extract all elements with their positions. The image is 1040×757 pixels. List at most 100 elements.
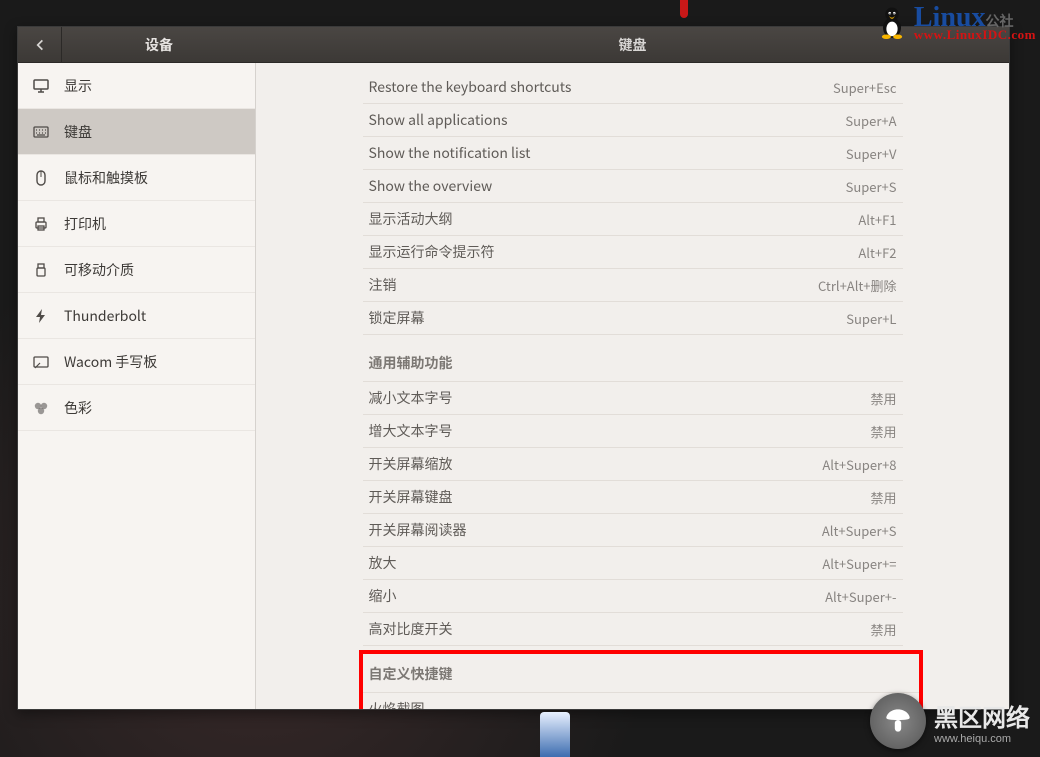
shortcut-row[interactable]: 锁定屏幕 Super+L [363,302,903,335]
shortcut-name: 增大文本字号 [369,421,871,441]
shortcut-key: Super+Esc [833,78,897,97]
shortcut-key: Alt+Super+S [822,521,897,540]
sidebar-item-label: 色彩 [64,398,92,418]
shortcut-key: Alt+F1 [858,210,896,229]
shortcut-name: 缩小 [369,586,826,606]
shortcut-key: Super+V [846,144,897,163]
keyboard-icon [32,123,50,141]
usb-icon [32,261,50,279]
shortcut-row[interactable]: 增大文本字号 禁用 [363,415,903,448]
shortcut-key: Alt+Super+= [822,554,896,573]
sidebar-item-keyboard[interactable]: 键盘 [18,109,255,155]
shortcut-key: Alt+Super+- [825,587,896,606]
mushroom-icon [881,704,915,738]
sidebar-item-removable[interactable]: 可移动介质 [18,247,255,293]
shortcut-name: 减小文本字号 [369,388,871,408]
bottom-decoration [540,712,570,757]
shortcut-key: 禁用 [870,620,896,639]
shortcut-name: 放大 [369,553,823,573]
shortcut-row[interactable]: Show all applications Super+A [363,104,903,137]
shortcut-row[interactable]: 开关屏幕键盘 禁用 [363,481,903,514]
sidebar-item-thunderbolt[interactable]: Thunderbolt [18,293,255,339]
tux-icon [874,3,910,39]
shortcut-name: Show the notification list [369,143,846,163]
accessibility-shortcuts-list: 减小文本字号 禁用增大文本字号 禁用开关屏幕缩放 Alt+Super+8开关屏幕… [363,382,903,646]
mouse-icon [32,169,50,187]
sidebar-item-mouse[interactable]: 鼠标和触摸板 [18,155,255,201]
shortcut-key: 禁用 [870,488,896,507]
sidebar-item-color[interactable]: 色彩 [18,385,255,431]
shortcut-name: 开关屏幕阅读器 [369,520,822,540]
printer-icon [32,215,50,233]
sidebar-item-label: 键盘 [64,122,92,142]
shortcut-name: Show the overview [369,176,846,196]
left-header-title: 设备 [62,35,256,55]
sidebar-item-label: 鼠标和触摸板 [64,168,148,188]
shortcut-name: Show all applications [369,110,846,130]
shortcut-row[interactable]: Show the notification list Super+V [363,137,903,170]
sidebar-item-label: Thunderbolt [64,306,146,326]
shortcut-name: 显示运行命令提示符 [369,242,859,262]
sidebar: 显示 键盘 鼠标和触摸板 打印机 可移动介质 Thunderbolt Wacom… [18,63,256,709]
sidebar-item-label: Wacom 手写板 [64,352,157,372]
shortcut-name: 高对比度开关 [369,619,871,639]
shortcut-name: 火焰截图 [369,699,887,709]
shortcut-row[interactable]: 高对比度开关 禁用 [363,613,903,646]
color-icon [32,399,50,417]
shortcut-name: Restore the keyboard shortcuts [369,77,833,97]
shortcut-row[interactable]: 火焰截图 禁用 [363,693,919,709]
shortcut-name: 开关屏幕键盘 [369,487,871,507]
accessibility-header: 通用辅助功能 [363,335,903,382]
custom-shortcuts-header: 自定义快捷键 [363,654,919,693]
shortcut-key: 禁用 [870,422,896,441]
monitor-icon [32,77,50,95]
sidebar-item-printers[interactable]: 打印机 [18,201,255,247]
tablet-icon [32,353,50,371]
shortcut-row[interactable]: 显示运行命令提示符 Alt+F2 [363,236,903,269]
highlight-box: 自定义快捷键 火焰截图 禁用 + [359,650,923,709]
custom-shortcuts-list: 火焰截图 禁用 [363,693,919,709]
sidebar-item-label: 可移动介质 [64,260,134,280]
settings-window: 设备 键盘 显示 键盘 鼠标和触摸板 打印机 可移动介质 Thunderbolt… [17,26,1010,710]
bolt-icon [32,307,50,325]
shortcut-name: 注销 [369,275,819,295]
system-shortcuts-list: Restore the keyboard shortcuts Super+Esc… [363,71,903,335]
shortcut-row[interactable]: 注销 Ctrl+Alt+删除 [363,269,903,302]
shortcut-key: Super+S [846,177,897,196]
shortcut-row[interactable]: Restore the keyboard shortcuts Super+Esc [363,71,903,104]
shortcut-key: Ctrl+Alt+删除 [818,276,896,295]
sidebar-item-label: 打印机 [64,214,106,234]
sidebar-item-label: 显示 [64,76,92,96]
shortcut-key: Alt+F2 [858,243,896,262]
chevron-left-icon [33,38,47,52]
shortcut-name: 显示活动大纲 [369,209,859,229]
shortcut-key: Super+A [845,111,896,130]
shortcut-row[interactable]: 减小文本字号 禁用 [363,382,903,415]
shortcut-key: Alt+Super+8 [822,455,896,474]
shortcut-row[interactable]: 开关屏幕缩放 Alt+Super+8 [363,448,903,481]
titlebar: 设备 键盘 [18,27,1009,63]
red-drip-overlay [680,0,688,18]
sidebar-item-wacom[interactable]: Wacom 手写板 [18,339,255,385]
shortcut-row[interactable]: 开关屏幕阅读器 Alt+Super+S [363,514,903,547]
watermark-linux-url: www.LinuxIDC.com [914,30,1036,39]
titlebar-left: 设备 [18,27,256,62]
shortcut-row[interactable]: Show the overview Super+S [363,170,903,203]
shortcut-row[interactable]: 显示活动大纲 Alt+F1 [363,203,903,236]
content-area[interactable]: Restore the keyboard shortcuts Super+Esc… [256,63,1009,709]
content-inner: Restore the keyboard shortcuts Super+Esc… [363,63,903,709]
back-button[interactable] [18,27,62,62]
watermark-heiqu-text: 黑区网络 [934,698,1030,733]
shortcut-key: 禁用 [870,389,896,408]
watermark-heiqu: 黑区网络 www.heiqu.com [870,693,1030,749]
shortcut-row[interactable]: 缩小 Alt+Super+- [363,580,903,613]
shortcut-key: Super+L [846,309,896,328]
shortcut-name: 开关屏幕缩放 [369,454,823,474]
shortcut-row[interactable]: 放大 Alt+Super+= [363,547,903,580]
sidebar-item-display[interactable]: 显示 [18,63,255,109]
mushroom-logo [870,693,926,749]
window-body: 显示 键盘 鼠标和触摸板 打印机 可移动介质 Thunderbolt Wacom… [18,63,1009,709]
shortcut-name: 锁定屏幕 [369,308,847,328]
watermark-heiqu-url: www.heiqu.com [934,733,1030,745]
watermark-linuxcn: Linux公社 www.LinuxIDC.com [874,2,1036,39]
